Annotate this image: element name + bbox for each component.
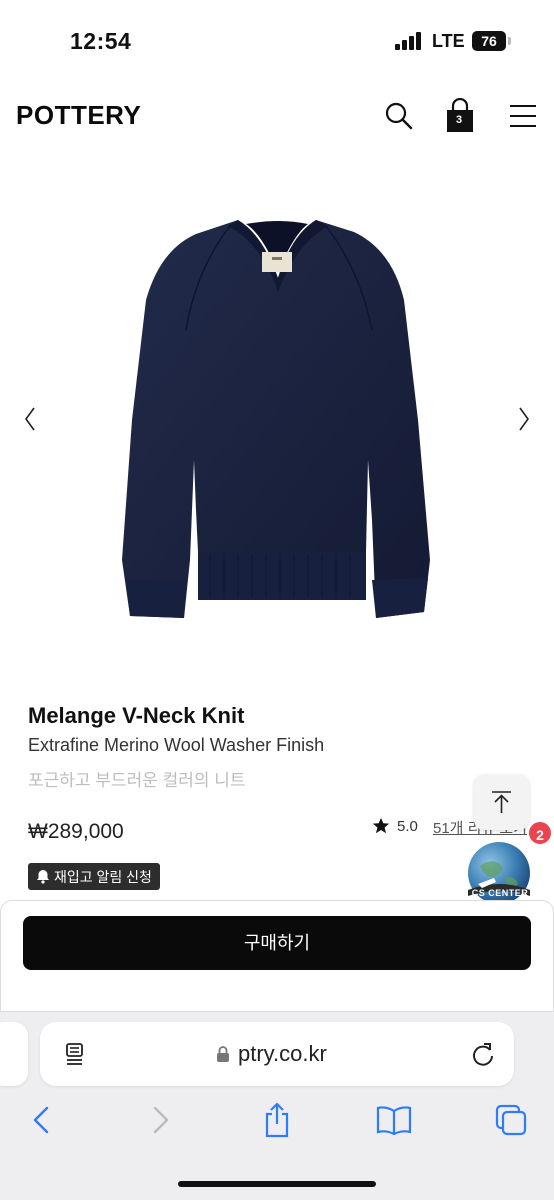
status-time: 12:54 (70, 28, 132, 54)
notification-count-badge: 2 (527, 820, 553, 846)
buy-button[interactable]: 구매하기 (23, 916, 531, 970)
lock-icon (216, 1045, 230, 1063)
back-icon[interactable] (30, 1102, 52, 1138)
battery-icon: 76 (472, 31, 506, 51)
status-bar: 12:54 LTE 76 (0, 0, 554, 80)
rating: 5.0 (372, 815, 418, 837)
cellular-signal-icon (395, 32, 425, 50)
product-description: 포근하고 부드러운 컬러의 니트 (28, 771, 246, 790)
bell-icon (37, 870, 49, 884)
tabs-icon[interactable] (494, 1102, 528, 1138)
product-price: ₩289,000 (28, 820, 124, 843)
forward-icon[interactable] (150, 1102, 172, 1138)
star-icon (372, 817, 390, 834)
rating-value: 5.0 (397, 817, 418, 835)
network-type: LTE (432, 31, 465, 51)
menu-icon[interactable] (508, 102, 538, 130)
share-icon[interactable] (262, 1102, 292, 1138)
product-subtitle: Extrafine Merino Wool Washer Finish (28, 735, 325, 755)
battery-tip (508, 37, 511, 45)
url-text[interactable]: ptry.co.kr (238, 1041, 327, 1067)
scroll-to-top-button[interactable] (474, 775, 529, 830)
site-header: POTTERY 3 (0, 88, 554, 144)
previous-image-arrow-icon[interactable] (20, 402, 40, 436)
site-logo[interactable]: POTTERY (16, 100, 141, 131)
page-menu-icon[interactable] (64, 1042, 86, 1066)
cs-center-label: CS CENTER (471, 888, 529, 898)
reload-icon[interactable] (471, 1041, 495, 1067)
arrow-up-icon (492, 791, 511, 813)
previous-tab-preview[interactable] (0, 1022, 28, 1086)
product-image[interactable] (0, 160, 554, 680)
restock-alert-button[interactable]: 재입고 알림 신청 (28, 863, 160, 890)
cart-count-badge: 3 (455, 114, 463, 126)
shopping-bag-icon[interactable]: 3 (444, 97, 478, 134)
home-indicator[interactable] (178, 1181, 376, 1187)
product-name: Melange V-Neck Knit (28, 703, 245, 728)
next-image-arrow-icon[interactable] (514, 402, 534, 436)
bookmarks-icon[interactable] (376, 1102, 412, 1138)
restock-alert-label: 재입고 알림 신청 (54, 868, 152, 885)
search-icon[interactable] (383, 100, 415, 132)
